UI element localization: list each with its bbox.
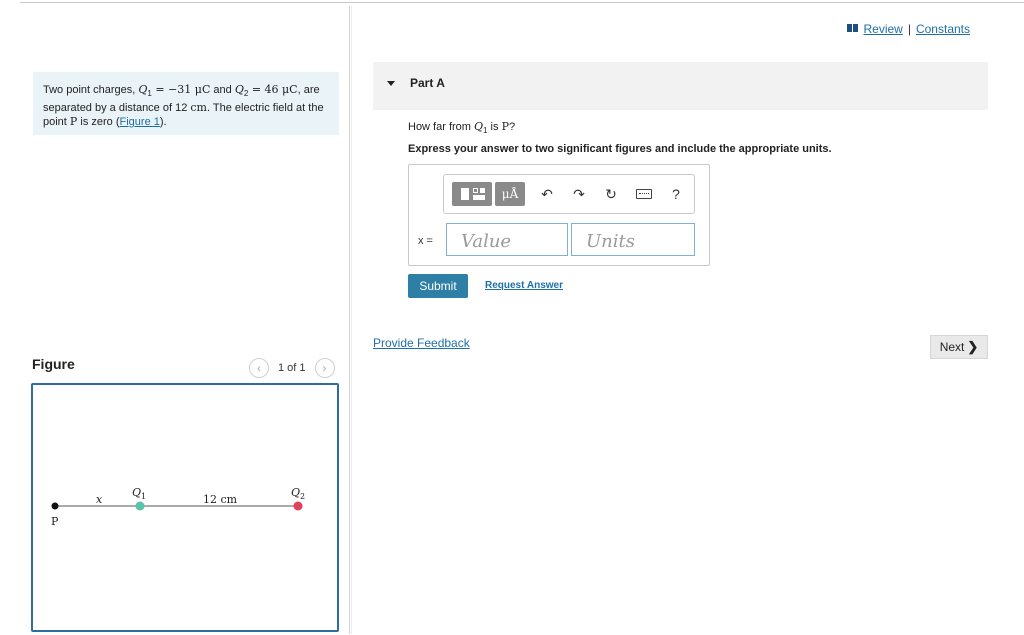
q2-symbol: Q xyxy=(234,83,244,96)
point-p-symbol: P xyxy=(501,120,509,133)
figure-panel: x Q1 12 cm Q2 P xyxy=(31,383,339,632)
point-p-dot xyxy=(51,502,59,510)
part-label: Part A xyxy=(410,76,445,90)
math-toolbar: μÅ ↶ ↷ ↻ ? xyxy=(443,174,695,214)
keyboard-button[interactable] xyxy=(633,182,655,206)
chevron-right-icon: ❯ xyxy=(967,339,979,354)
instruction-text: Express your answer to two significant f… xyxy=(408,143,832,155)
question-part: How far from xyxy=(408,121,475,133)
units-button[interactable]: μÅ xyxy=(495,182,525,206)
figure-link[interactable]: Figure 1 xyxy=(120,116,160,128)
problem-text: is zero ( xyxy=(77,116,120,129)
question-text: How far from Q1 is P? xyxy=(408,120,515,135)
label-q1: Q1 xyxy=(132,486,146,501)
answer-box: μÅ ↶ ↷ ↻ ? x = xyxy=(408,164,710,266)
top-links: Review | Constants xyxy=(847,22,970,36)
q1-value: = −31 μC xyxy=(151,83,211,96)
chevron-right-icon: › xyxy=(322,361,327,375)
problem-statement: Two point charges, Q1 = −31 μC and Q2 = … xyxy=(33,72,339,135)
keyboard-icon xyxy=(636,189,652,199)
label-distance: 12 cm xyxy=(203,493,238,506)
submit-button[interactable]: Submit xyxy=(408,274,468,298)
question-part: is xyxy=(487,121,502,133)
book-icon xyxy=(847,24,859,32)
redo-icon[interactable]: ↷ xyxy=(568,182,590,206)
question-part: ? xyxy=(508,121,516,133)
units-input[interactable] xyxy=(571,223,695,256)
panel-divider-shadow xyxy=(351,6,352,634)
next-button[interactable]: Next ❯ xyxy=(930,335,988,359)
q1-symbol: Q xyxy=(474,120,484,133)
distance-unit: cm xyxy=(190,101,207,115)
review-link[interactable]: Review xyxy=(863,22,902,36)
label-q2: Q2 xyxy=(291,486,305,501)
figure-title: Figure xyxy=(32,356,75,372)
undo-icon[interactable]: ↶ xyxy=(536,182,558,206)
reset-icon[interactable]: ↻ xyxy=(600,182,622,206)
prev-figure-button[interactable]: ‹ xyxy=(249,358,269,378)
q2-charge-dot xyxy=(293,501,303,511)
q2-value: = 46 μC xyxy=(248,83,298,96)
link-separator: | xyxy=(907,22,911,36)
next-label: Next xyxy=(939,340,965,354)
problem-text: Two point charges, xyxy=(43,84,139,96)
top-rule xyxy=(20,2,1024,3)
part-a-header[interactable]: Part A xyxy=(373,62,988,110)
caret-down-icon xyxy=(387,81,395,86)
value-input[interactable] xyxy=(446,223,568,256)
request-answer-link[interactable]: Request Answer xyxy=(485,280,563,291)
charge-diagram: x Q1 12 cm Q2 P xyxy=(51,486,305,528)
variable-label: x = xyxy=(418,235,433,247)
q1-charge-dot xyxy=(135,501,145,511)
label-p: P xyxy=(51,515,59,528)
figure-pager: ‹ 1 of 1 › xyxy=(249,357,335,379)
next-figure-button[interactable]: › xyxy=(314,358,335,378)
chevron-left-icon: ‹ xyxy=(257,361,261,375)
figure-page-count: 1 of 1 xyxy=(278,362,306,374)
problem-text: ). xyxy=(159,116,167,129)
panel-divider xyxy=(349,6,350,634)
constants-link[interactable]: Constants xyxy=(916,22,970,36)
problem-text: and xyxy=(210,84,235,96)
help-icon[interactable]: ? xyxy=(665,182,687,206)
label-x: x xyxy=(96,493,103,506)
templates-button[interactable] xyxy=(452,182,492,206)
provide-feedback-link[interactable]: Provide Feedback xyxy=(373,336,470,350)
